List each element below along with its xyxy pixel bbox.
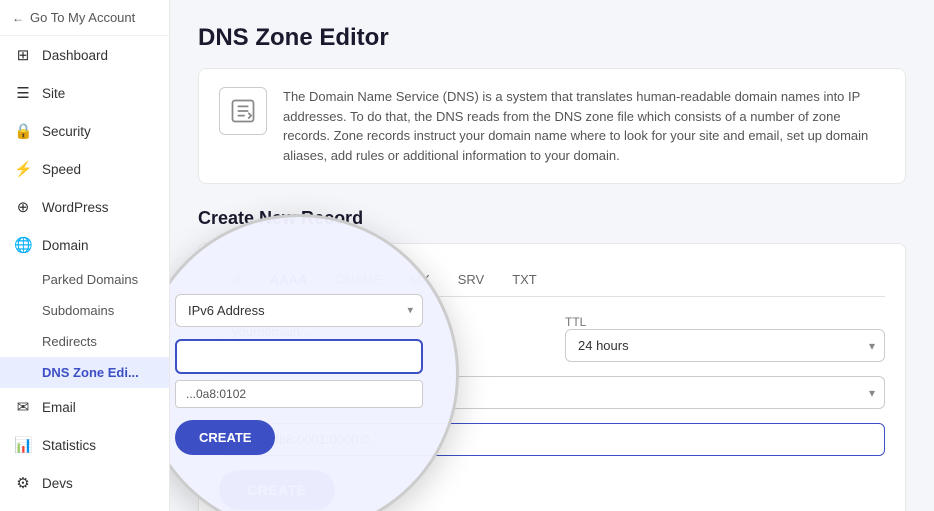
sidebar: ← Go To My Account ⊞ Dashboard ☰ Site 🔒 … [0,0,170,511]
ttl-select[interactable]: 1 hour 4 hours 8 hours 24 hours Custom [565,329,885,362]
sidebar-item-redirects[interactable]: Redirects [0,326,169,357]
name-ttl-row: TTL 1 hour 4 hours 8 hours 24 hours Cust… [219,315,885,362]
sidebar-item-label: Statistics [42,438,96,453]
back-button[interactable]: ← Go To My Account [0,0,169,36]
sidebar-item-devs[interactable]: ⚙ Devs [0,464,169,502]
site-icon: ☰ [14,84,32,102]
info-box: The Domain Name Service (DNS) is a syste… [198,68,906,184]
email-icon: ✉ [14,398,32,416]
sidebar-item-label: Security [42,124,91,139]
dns-info-text: The Domain Name Service (DNS) is a syste… [283,87,885,165]
record-form: A AAAA CNAME MX SRV TXT TTL 1 hour 4 hou… [198,243,906,511]
sidebar-item-label: Email [42,400,76,415]
main-content: DNS Zone Editor The Domain Name Service … [170,0,934,511]
devs-icon: ⚙ [14,474,32,492]
dns-info-icon [219,87,267,135]
sidebar-item-wordpress[interactable]: ⊕ WordPress [0,188,169,226]
parked-domains-label: Parked Domains [42,272,138,287]
statistics-icon: 📊 [14,436,32,454]
domain-icon: 🌐 [14,236,32,254]
dashboard-icon: ⊞ [14,46,32,64]
tab-aaaa[interactable]: AAAA [256,264,322,297]
ipv6-row: IPv6 Address [219,376,885,409]
tab-cname[interactable]: CNAME [321,264,396,297]
ttl-group: TTL 1 hour 4 hours 8 hours 24 hours Cust… [565,315,885,362]
sidebar-item-label: WordPress [42,200,109,215]
back-arrow-icon: ← [12,11,24,25]
tab-mx[interactable]: MX [396,264,444,297]
back-label: Go To My Account [30,10,135,25]
sidebar-item-subdomains[interactable]: Subdomains [0,295,169,326]
ttl-label: TTL [565,315,885,329]
sidebar-item-dashboard[interactable]: ⊞ Dashboard [0,36,169,74]
name-input[interactable] [219,315,421,348]
name-field-group [219,315,549,348]
create-button[interactable]: CREATE [219,470,335,510]
tab-txt[interactable]: TXT [498,264,551,297]
ipv6-input[interactable] [219,423,885,456]
sidebar-item-dns-zone-editor[interactable]: DNS Zone Edi... [0,357,169,388]
sidebar-item-security[interactable]: 🔒 Security [0,112,169,150]
ipv6-type-select[interactable]: IPv6 Address [219,376,885,409]
sidebar-item-label: Site [42,86,65,101]
sidebar-item-statistics[interactable]: 📊 Statistics [0,426,169,464]
sidebar-item-speed[interactable]: ⚡ Speed [0,150,169,188]
security-icon: 🔒 [14,122,32,140]
redirects-label: Redirects [42,334,97,349]
ipv6-select-wrapper: IPv6 Address [219,376,885,409]
sidebar-item-label: Domain [42,238,89,253]
sidebar-item-label: Speed [42,162,81,177]
speed-icon: ⚡ [14,160,32,178]
ipv6-input-row [219,423,885,456]
record-tabs: A AAAA CNAME MX SRV TXT [219,264,885,297]
ipv6-group: IPv6 Address [219,376,885,409]
subdomains-label: Subdomains [42,303,114,318]
sidebar-item-label: Devs [42,476,73,491]
sidebar-item-label: Dashboard [42,48,108,63]
tab-srv[interactable]: SRV [444,264,499,297]
sidebar-item-domain[interactable]: 🌐 Domain [0,226,169,264]
page-title: DNS Zone Editor [198,24,906,52]
sidebar-item-site[interactable]: ☰ Site [0,74,169,112]
dns-zone-editor-label: DNS Zone Edi... [42,365,139,380]
sidebar-item-parked-domains[interactable]: Parked Domains [0,264,169,295]
ttl-select-wrapper: 1 hour 4 hours 8 hours 24 hours Custom [565,329,885,362]
wordpress-icon: ⊕ [14,198,32,216]
sidebar-item-email[interactable]: ✉ Email [0,388,169,426]
magnifier-overlay: IPv6 Address ▾ 2001:0db8:0001:0000:0 ...… [170,214,459,511]
tab-a[interactable]: A [219,264,256,297]
create-record-title: Create New Record [198,208,906,229]
